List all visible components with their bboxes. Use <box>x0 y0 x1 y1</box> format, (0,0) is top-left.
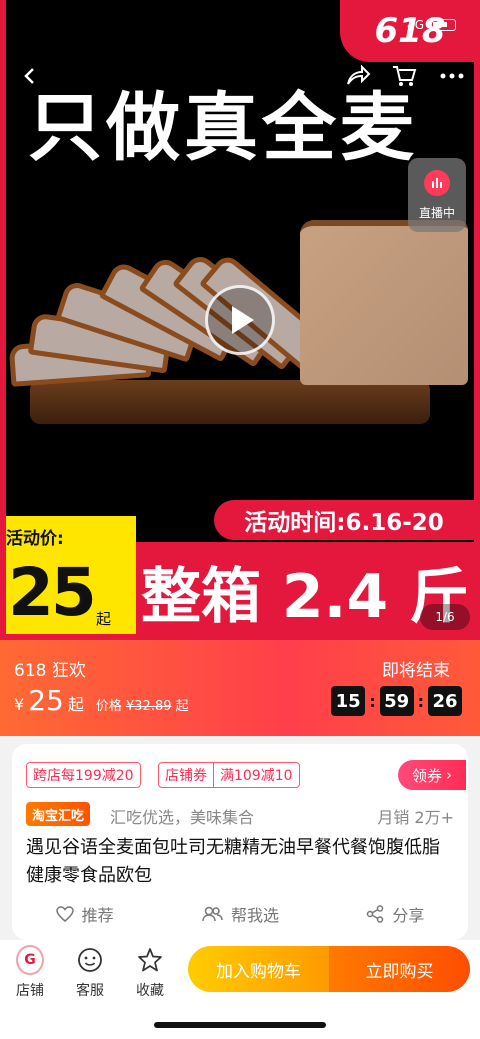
original-price-value: ¥32.89 <box>126 699 172 714</box>
product-info-card: 跨店每199减20 店铺券 满109减10 领券 › 淘宝汇吃 汇吃优选，美味集… <box>12 744 468 940</box>
event-time-banner: 活动时间:6.16-20 <box>214 500 474 540</box>
store-coupon-value: 满109减10 <box>213 763 299 787</box>
image-counter: 1/6 <box>420 604 470 630</box>
favorite-label: 收藏 <box>136 983 164 999</box>
store-tab[interactable]: G 店铺 <box>6 945 54 1000</box>
recommend-label: 推荐 <box>81 906 114 925</box>
live-icon <box>424 169 450 196</box>
activity-price-box: 活动价: 25 起 <box>0 516 136 640</box>
share-icon <box>367 905 384 923</box>
people-icon <box>202 906 223 922</box>
buy-now-button[interactable]: 立即购买 <box>329 946 470 992</box>
product-title: 遇见谷语全麦面包吐司无糖精无油早餐代餐饱腹低脂健康零食品欧包 <box>26 837 440 886</box>
activity-price-label: 活动价: <box>6 529 64 549</box>
play-video-button[interactable] <box>205 285 275 355</box>
monthly-sales: 月销 2万+ <box>377 808 454 827</box>
favorite-tab[interactable]: 收藏 <box>126 946 174 1000</box>
original-price-label: 价格 <box>95 699 122 714</box>
taobao-huichi-tag: 淘宝汇吃 <box>26 802 91 826</box>
star-icon <box>136 946 164 974</box>
network-label: 4G <box>407 18 424 32</box>
ending-soon-label: 即将结束 <box>382 661 450 681</box>
campaign-label: 618 狂欢 <box>14 661 86 681</box>
sale-price: ¥ 25 起 价格 ¥32.89 起 <box>14 684 189 717</box>
timer-minutes: 59 <box>379 686 414 716</box>
more-icon[interactable] <box>434 58 470 94</box>
product-image-carousel[interactable]: 618 4G 只做真全麦 直播中 活动时间:6.16-20 活动价: 25 起 … <box>0 0 480 640</box>
claim-coupon-label: 领券 <box>411 766 442 785</box>
sale-bar: 618 狂欢 ¥ 25 起 价格 ¥32.89 起 即将结束 15 : 59 :… <box>0 640 480 736</box>
recommend-button[interactable]: 推荐 <box>55 902 114 926</box>
sale-price-value: 25 <box>28 684 64 717</box>
store-logo-icon: G <box>16 945 44 975</box>
store-coupon-label: 店铺券 <box>165 768 207 784</box>
battery-icon <box>430 19 456 31</box>
cross-store-coupon[interactable]: 跨店每199减20 <box>26 762 141 788</box>
live-label: 直播中 <box>418 205 455 220</box>
home-indicator <box>154 1022 326 1028</box>
timer-colon: : <box>417 691 424 711</box>
share-button[interactable]: 分享 <box>366 902 424 926</box>
chat-face-icon <box>76 946 104 974</box>
help-choose-button[interactable]: 帮我选 <box>201 902 279 926</box>
store-tab-label: 店铺 <box>16 983 44 999</box>
activity-price-suffix: 起 <box>96 610 112 628</box>
add-to-cart-button[interactable]: 加入购物车 <box>188 946 329 992</box>
customer-service-tab[interactable]: 客服 <box>66 946 114 1000</box>
original-price: 价格 ¥32.89 起 <box>96 695 189 714</box>
timer-seconds: 26 <box>428 686 462 716</box>
timer-colon: : <box>369 691 376 711</box>
activity-price-value: 25 <box>8 554 97 631</box>
help-choose-label: 帮我选 <box>230 906 279 925</box>
currency-symbol: ¥ <box>14 695 25 714</box>
customer-service-label: 客服 <box>76 983 104 999</box>
purchase-buttons: 加入购物车 立即购买 <box>188 946 470 992</box>
chevron-right-icon: › <box>446 766 452 784</box>
sale-price-suffix: 起 <box>67 695 84 714</box>
bottom-action-bar: G 店铺 客服 收藏 加入购物车 立即购买 <box>0 940 480 1039</box>
bread-loaf <box>300 220 468 385</box>
countdown-timer: 15 : 59 : 26 <box>331 686 462 716</box>
timer-hours: 15 <box>331 686 366 716</box>
cutting-board <box>30 380 430 424</box>
original-price-suffix: 起 <box>175 699 189 714</box>
play-icon <box>232 306 254 334</box>
live-stream-button[interactable]: 直播中 <box>408 158 466 232</box>
product-actions: 推荐 帮我选 分享 <box>12 902 468 926</box>
store-slogan: 汇吃优选，美味集合 <box>110 808 255 827</box>
store-coupon[interactable]: 店铺券 满109减10 <box>158 762 300 788</box>
hero-headline: 只做真全麦 <box>28 85 418 171</box>
heart-icon <box>55 906 74 922</box>
share-label: 分享 <box>392 906 425 925</box>
status-icons: 4G <box>407 18 456 32</box>
claim-coupon-button[interactable]: 领券 › <box>398 760 466 790</box>
